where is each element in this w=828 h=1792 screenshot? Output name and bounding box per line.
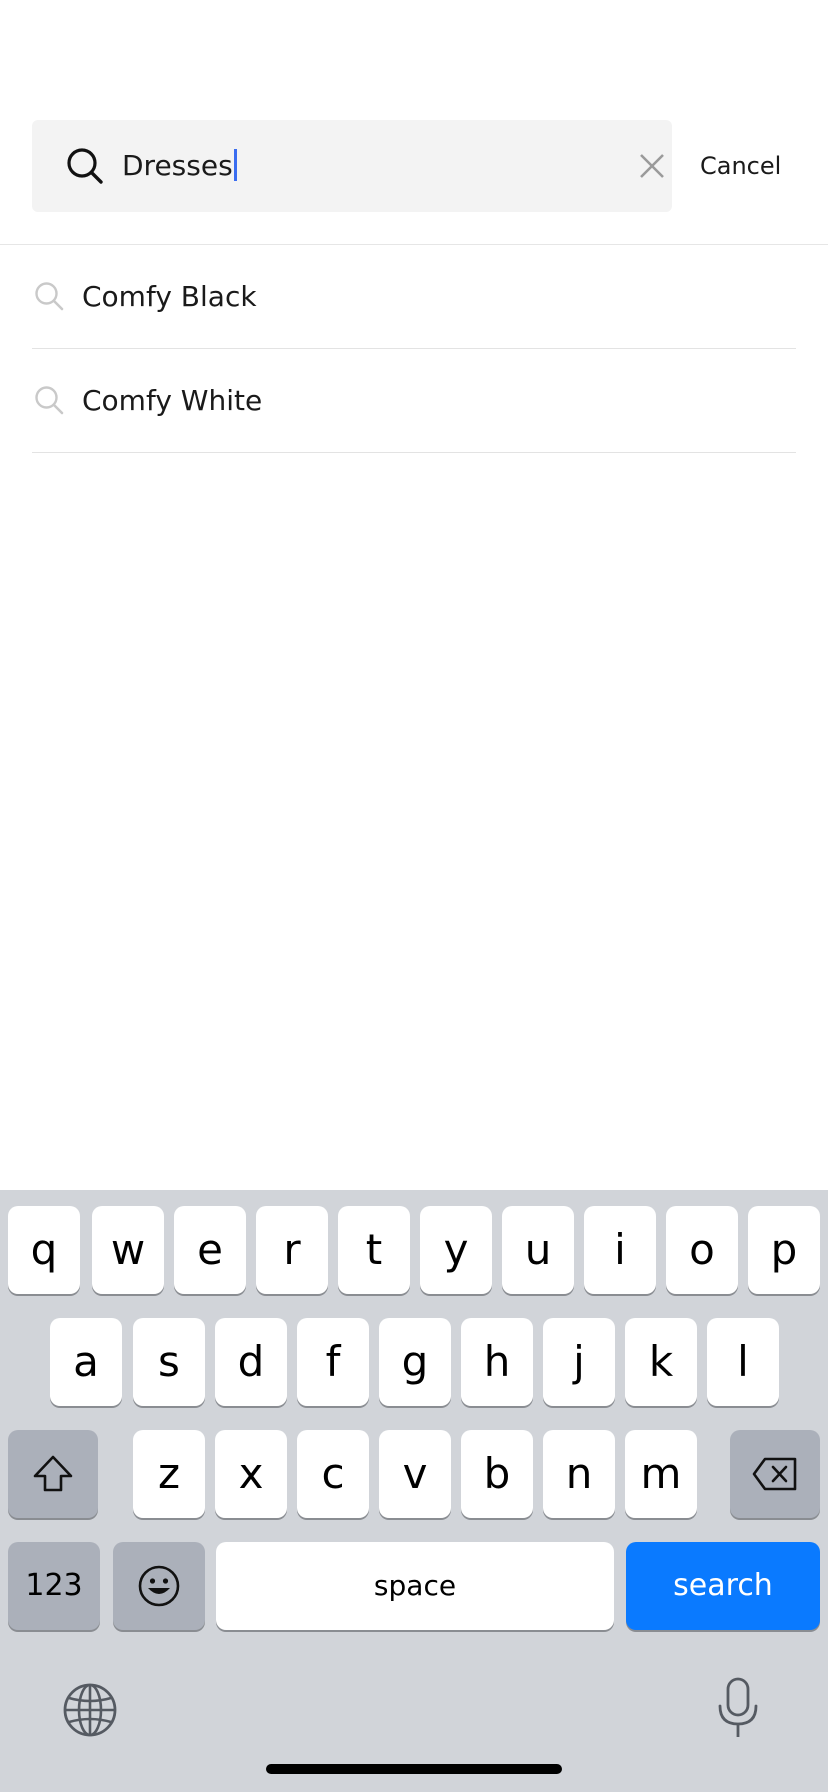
- numbers-key[interactable]: 123: [8, 1542, 100, 1630]
- emoji-icon: [138, 1565, 180, 1607]
- key-l[interactable]: l: [707, 1318, 779, 1406]
- suggestion-item[interactable]: Comfy White: [32, 349, 796, 453]
- key-b[interactable]: b: [461, 1430, 533, 1518]
- emoji-key[interactable]: [113, 1542, 205, 1630]
- shift-key[interactable]: [8, 1430, 98, 1518]
- key-r[interactable]: r: [256, 1206, 328, 1294]
- keyboard: q w e r t y u i o p a s d f g h j k l z …: [0, 1190, 828, 1792]
- key-a[interactable]: a: [50, 1318, 122, 1406]
- clear-icon[interactable]: [636, 150, 668, 182]
- search-icon: [35, 282, 64, 311]
- key-m[interactable]: m: [625, 1430, 697, 1518]
- text-caret: [233, 149, 237, 181]
- key-d[interactable]: d: [215, 1318, 287, 1406]
- key-v[interactable]: v: [379, 1430, 451, 1518]
- key-y[interactable]: y: [420, 1206, 492, 1294]
- key-i[interactable]: i: [584, 1206, 656, 1294]
- search-field[interactable]: Dresses: [32, 120, 672, 212]
- key-n[interactable]: n: [543, 1430, 615, 1518]
- key-z[interactable]: z: [133, 1430, 205, 1518]
- suggestion-label: Comfy Black: [82, 280, 257, 313]
- key-k[interactable]: k: [625, 1318, 697, 1406]
- key-g[interactable]: g: [379, 1318, 451, 1406]
- key-j[interactable]: j: [543, 1318, 615, 1406]
- cancel-button[interactable]: Cancel: [700, 140, 800, 192]
- search-input[interactable]: Dresses: [122, 120, 237, 212]
- home-indicator: [266, 1764, 562, 1774]
- space-key[interactable]: space: [216, 1542, 614, 1630]
- key-h[interactable]: h: [461, 1318, 533, 1406]
- key-p[interactable]: p: [748, 1206, 820, 1294]
- key-w[interactable]: w: [92, 1206, 164, 1294]
- key-e[interactable]: e: [174, 1206, 246, 1294]
- backspace-key[interactable]: [730, 1430, 820, 1518]
- shift-icon: [33, 1455, 73, 1492]
- globe-icon[interactable]: [62, 1682, 118, 1738]
- microphone-icon[interactable]: [714, 1676, 762, 1740]
- suggestion-list: Comfy Black Comfy White: [32, 245, 796, 453]
- backspace-icon: [752, 1457, 797, 1491]
- key-o[interactable]: o: [666, 1206, 738, 1294]
- search-key[interactable]: search: [626, 1542, 820, 1630]
- key-t[interactable]: t: [338, 1206, 410, 1294]
- suggestion-label: Comfy White: [82, 384, 263, 417]
- key-x[interactable]: x: [215, 1430, 287, 1518]
- key-f[interactable]: f: [297, 1318, 369, 1406]
- search-icon: [35, 386, 64, 415]
- key-s[interactable]: s: [133, 1318, 205, 1406]
- search-icon: [67, 148, 103, 184]
- key-c[interactable]: c: [297, 1430, 369, 1518]
- key-u[interactable]: u: [502, 1206, 574, 1294]
- suggestion-item[interactable]: Comfy Black: [32, 245, 796, 349]
- key-q[interactable]: q: [8, 1206, 80, 1294]
